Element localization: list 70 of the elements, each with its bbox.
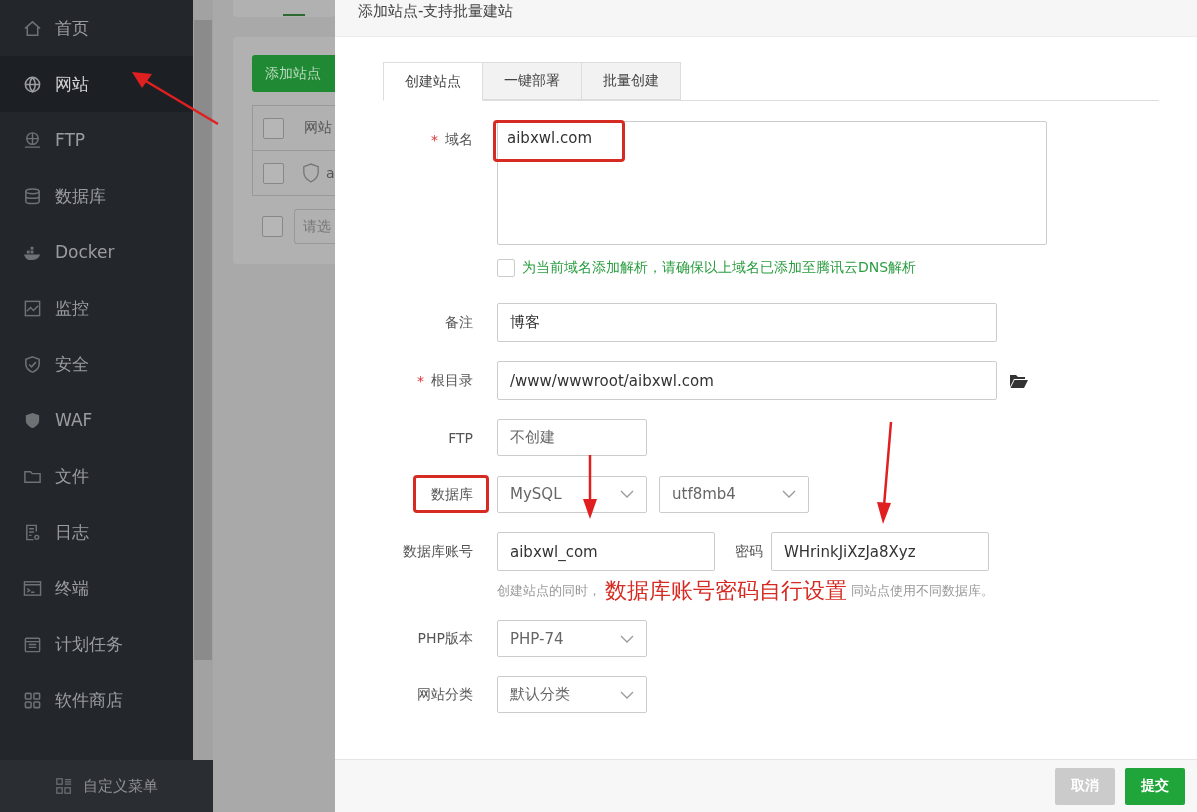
field-label: FTP: [448, 429, 473, 446]
table-cell: a: [326, 165, 335, 181]
remark-field[interactable]: 博客: [497, 303, 997, 342]
sidebar-item[interactable]: 安全: [0, 336, 193, 392]
tab[interactable]: 一键部署: [483, 62, 582, 100]
hint-text: 创建站点的同时，: [497, 582, 601, 600]
tab[interactable]: 创建站点: [383, 62, 483, 101]
sidebar-item[interactable]: 网站: [0, 56, 193, 112]
checkbox-label: 为当前域名添加解析，请确保以上域名已添加至腾讯云DNS解析: [522, 259, 917, 277]
checkbox[interactable]: [497, 259, 515, 277]
field-label: 域名: [445, 131, 473, 149]
field-label: 密码: [735, 542, 763, 561]
chevron-down-icon: [782, 490, 796, 498]
field-label: 备注: [445, 313, 473, 332]
field-label: PHP版本: [417, 629, 473, 648]
sidebar-item[interactable]: Docker: [0, 224, 193, 280]
shield-check-icon: [23, 354, 42, 374]
scrollbar[interactable]: [193, 0, 213, 760]
tab[interactable]: 批量创建: [582, 62, 681, 100]
root-directory-field[interactable]: /www/wwwroot/aibxwl.com: [497, 361, 997, 400]
field-label: 数据库账号: [403, 542, 473, 561]
domain-value: aibxwl.com: [507, 129, 592, 147]
chevron-down-icon: [620, 634, 634, 643]
field-label: 根目录: [431, 371, 473, 390]
custom-menu-button[interactable]: 自定义菜单: [0, 760, 213, 812]
field-label: 网站分类: [417, 685, 473, 704]
column-header: 网站: [304, 119, 332, 137]
required-mark: *: [431, 132, 438, 148]
hint-text: 同站点使用不同数据库。: [851, 582, 994, 600]
charset-select[interactable]: utf8mb4: [659, 475, 809, 513]
sidebar-item[interactable]: WAF: [0, 392, 193, 448]
sidebar-item[interactable]: 软件商店: [0, 672, 193, 728]
checkbox[interactable]: [262, 216, 283, 237]
chevron-down-icon: [620, 690, 634, 699]
home-icon: [23, 18, 42, 38]
chart-icon: [23, 298, 42, 318]
sidebar-item[interactable]: 监控: [0, 280, 193, 336]
checkbox[interactable]: [263, 117, 284, 139]
server-globe-icon: [23, 130, 42, 150]
field-label: 数据库: [431, 486, 473, 502]
database-type-select[interactable]: MySQL: [497, 475, 647, 513]
database-account-field[interactable]: aibxwl_com: [497, 532, 715, 571]
chevron-down-icon: [620, 490, 634, 498]
ftp-select[interactable]: 不创建: [497, 419, 647, 456]
globe-icon: [23, 74, 42, 94]
php-version-select[interactable]: PHP-74: [497, 620, 647, 657]
arrow: [580, 455, 600, 521]
shield-icon: [23, 410, 42, 430]
password-field[interactable]: WHrinkJiXzJa8Xyz: [771, 532, 989, 571]
sidebar-item[interactable]: FTP: [0, 112, 193, 168]
database-icon: [23, 186, 42, 206]
document-icon: [23, 522, 42, 542]
dialog-title: 添加站点-支持批量建站: [358, 2, 514, 21]
sidebar-item[interactable]: 计划任务: [0, 616, 193, 672]
add-site-button[interactable]: 添加站点: [252, 55, 335, 92]
shield-icon: [302, 163, 320, 183]
folder-icon[interactable]: [1009, 372, 1029, 389]
sidebar-item[interactable]: 终端: [0, 560, 193, 616]
required-mark: *: [417, 372, 424, 389]
annotation-text: 数据库账号密码自行设置: [605, 577, 847, 605]
category-select[interactable]: 默认分类: [497, 676, 647, 713]
grid-icon: [23, 690, 42, 710]
sidebar-item[interactable]: 日志: [0, 504, 193, 560]
menu-layout-icon: [55, 777, 73, 795]
sidebar-item[interactable]: 首页: [0, 0, 193, 56]
sidebar-item[interactable]: 文件: [0, 448, 193, 504]
terminal-icon: [23, 578, 42, 598]
sidebar-item[interactable]: 数据库: [0, 168, 193, 224]
checkbox[interactable]: [263, 162, 284, 184]
submit-button[interactable]: 提交: [1125, 767, 1185, 805]
